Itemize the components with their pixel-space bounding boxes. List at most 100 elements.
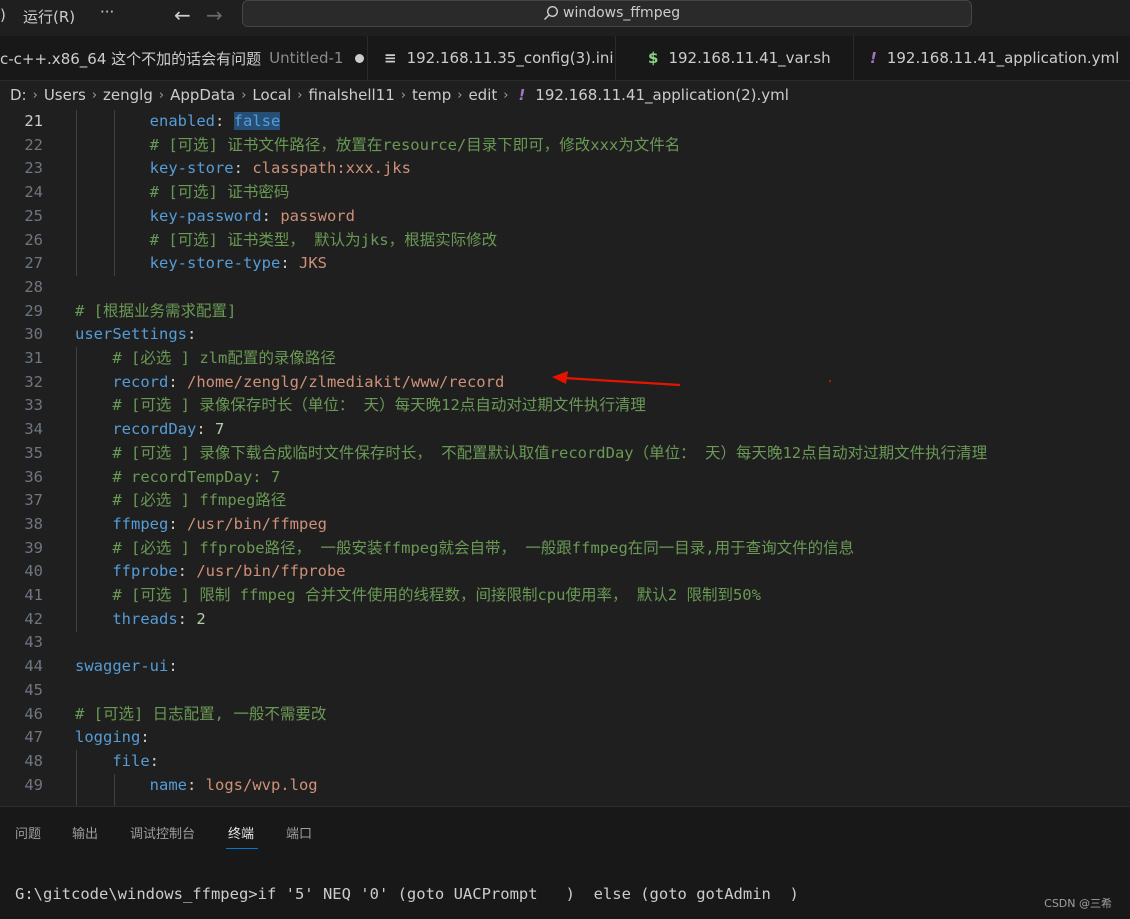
chevron-right-icon: ›: [158, 87, 165, 103]
line-number: 47: [24, 728, 43, 747]
code-text: record: /home/zenglg/zlmediakit/www/reco…: [75, 371, 504, 395]
token: enabled: [149, 112, 215, 130]
code-line[interactable]: 35 # [可选 ] 录像下载合成临时文件保存时长， 不配置默认取值record…: [0, 442, 1130, 466]
code-line[interactable]: 29 # [根据业务需求配置]: [0, 300, 1130, 324]
code-line[interactable]: 45: [0, 679, 1130, 703]
code-line[interactable]: 34 recordDay: 7: [0, 418, 1130, 442]
breadcrumb-item[interactable]: Local: [252, 86, 291, 104]
code-text: enabled: false: [75, 110, 281, 134]
code-line[interactable]: 41 # [可选 ] 限制 ffmpeg 合并文件使用的线程数，间接限制cpu使…: [0, 584, 1130, 608]
line-number: 37: [24, 491, 43, 510]
code-line[interactable]: 24 # [可选] 证书密码: [0, 181, 1130, 205]
code-text: logging:: [75, 726, 150, 750]
code-line[interactable]: 38 ffmpeg: /usr/bin/ffmpeg: [0, 513, 1130, 537]
code-line[interactable]: 27 key-store-type: JKS: [0, 252, 1130, 276]
code-line[interactable]: 30 userSettings:: [0, 323, 1130, 347]
tab-debug-console[interactable]: 调试控制台: [130, 823, 195, 842]
code-line[interactable]: 39 # [必选 ] ffprobe路径， 一般安装ffmpeg就会自带， 一般…: [0, 537, 1130, 561]
code-editor[interactable]: 21 enabled: false 22 # [可选] 证书文件路径，放置在res…: [0, 110, 1130, 806]
token: :: [140, 728, 150, 747]
terminal-output[interactable]: G:\gitcode\windows_ffmpeg>if '5' NEQ '0'…: [15, 885, 799, 903]
line-number: 40: [24, 562, 43, 581]
tab-config-ini[interactable]: ≡ 192.168.11.35_config(3).ini: [368, 36, 616, 80]
chevron-right-icon: ›: [241, 87, 247, 103]
code-text: recordDay: 7: [75, 418, 224, 442]
code-line[interactable]: 31 # [必选 ] zlm配置的录像路径: [0, 347, 1130, 371]
tab-label: c-c++.x86_64 这个不加的话会有问题: [0, 49, 262, 68]
line-number: 23: [24, 159, 43, 178]
line-number: 21: [24, 112, 43, 130]
tab-description: Untitled-1: [269, 49, 344, 67]
code-text: # [可选 ] 限制 ffmpeg 合并文件使用的线程数，间接限制cpu使用率，…: [75, 584, 761, 608]
code-line[interactable]: 32 record: /home/zenglg/zlmediakit/www/r…: [0, 371, 1130, 395]
breadcrumb-item[interactable]: edit: [468, 86, 497, 104]
forward-arrow-icon[interactable]: →: [206, 3, 223, 27]
tab-output[interactable]: 输出: [72, 823, 98, 842]
back-arrow-icon[interactable]: ←: [174, 3, 191, 27]
code-line[interactable]: 21 enabled: false: [0, 110, 1130, 134]
line-number: 39: [24, 538, 43, 557]
tab-untitled-1[interactable]: c-c++.x86_64 这个不加的话会有问题 Untitled-1: [0, 36, 368, 80]
code-line[interactable]: 42 threads: 2: [0, 608, 1130, 632]
code-line[interactable]: 47 logging:: [0, 726, 1130, 750]
code-line[interactable]: 48 file:: [0, 750, 1130, 774]
more-menu-icon[interactable]: ···: [100, 3, 114, 21]
tab-terminal[interactable]: 终端: [228, 823, 254, 842]
code-line[interactable]: 44 swagger-ui:: [0, 655, 1130, 679]
token: record: [112, 372, 169, 391]
token: JKS: [298, 254, 327, 273]
menu-item-partial[interactable]: ): [0, 6, 6, 24]
line-number: 43: [24, 633, 43, 652]
chevron-right-icon: ›: [32, 87, 38, 103]
menu-item-run[interactable]: 运行(R): [23, 6, 75, 27]
token: userSettings: [75, 325, 187, 344]
code-line[interactable]: 43: [0, 631, 1130, 655]
token: # recordTempDay: 7: [112, 467, 281, 486]
tab-application-yml[interactable]: ! 192.168.11.41_application.yml: [854, 36, 1130, 80]
breadcrumb-item[interactable]: AppData: [170, 86, 235, 104]
code-line[interactable]: 40 ffprobe: /usr/bin/ffprobe: [0, 560, 1130, 584]
line-number: 34: [24, 420, 43, 439]
code-line[interactable]: 37 # [必选 ] ffmpeg路径: [0, 489, 1130, 513]
breadcrumb-item[interactable]: Users: [44, 86, 86, 104]
code-line[interactable]: 25 key-password: password: [0, 205, 1130, 229]
line-number: 32: [24, 372, 43, 391]
code-line[interactable]: 22 # [可选] 证书文件路径，放置在resource/目录下即可，修改xxx…: [0, 134, 1130, 158]
breadcrumb-item[interactable]: temp: [412, 86, 451, 104]
code-line[interactable]: 46 # [可选] 日志配置, 一般不需要改: [0, 703, 1130, 727]
code-line[interactable]: 49 name: logs/wvp.log: [0, 774, 1130, 798]
line-number: 27: [24, 254, 43, 273]
tab-label: 192.168.11.41_application.yml: [886, 49, 1120, 67]
line-number: 44: [24, 657, 43, 676]
code-line[interactable]: 26 # [可选] 证书类型， 默认为jks，根据实际修改: [0, 229, 1130, 253]
token: key-password: [149, 206, 262, 225]
token: name: [149, 775, 187, 794]
tab-ports[interactable]: 端口: [286, 823, 312, 842]
token: :: [168, 372, 187, 391]
token: password: [280, 206, 355, 225]
breadcrumb-item[interactable]: zenglg: [103, 86, 153, 104]
command-center-search[interactable]: windows_ffmpeg: [242, 0, 972, 27]
code-line[interactable]: 23 key-store: classpath:xxx.jks: [0, 157, 1130, 181]
token: # [必选 ] ffprobe路径， 一般安装ffmpeg就会自带， 一般跟ff…: [112, 538, 855, 557]
token: false: [233, 112, 281, 130]
chevron-right-icon: ›: [297, 87, 303, 103]
tab-var-sh[interactable]: $ 192.168.11.41_var.sh: [632, 36, 854, 80]
yaml-file-icon: !: [518, 86, 526, 104]
editor-tab-bar: c-c++.x86_64 这个不加的话会有问题 Untitled-1 ≡ 192…: [0, 36, 1130, 81]
code-line[interactable]: 36 # recordTempDay: 7: [0, 466, 1130, 490]
breadcrumb-file[interactable]: 192.168.11.41_application(2).yml: [535, 86, 789, 104]
unsaved-dot-icon[interactable]: [355, 53, 365, 63]
breadcrumb-item[interactable]: D:: [10, 86, 27, 104]
tab-problems[interactable]: 问题: [15, 823, 41, 842]
code-line[interactable]: 28: [0, 276, 1130, 300]
token: threads: [112, 609, 178, 628]
breadcrumb-item[interactable]: finalshell11: [308, 86, 394, 104]
line-number: 22: [24, 135, 43, 154]
code-line[interactable]: 33 # [可选 ] 录像保存时长（单位： 天）每天晚12点自动对过期文件执行清…: [0, 394, 1130, 418]
token: :: [168, 657, 178, 676]
chevron-right-icon: ›: [457, 87, 463, 103]
token: /home/zenglg/zlmediakit/www/record: [187, 372, 505, 391]
